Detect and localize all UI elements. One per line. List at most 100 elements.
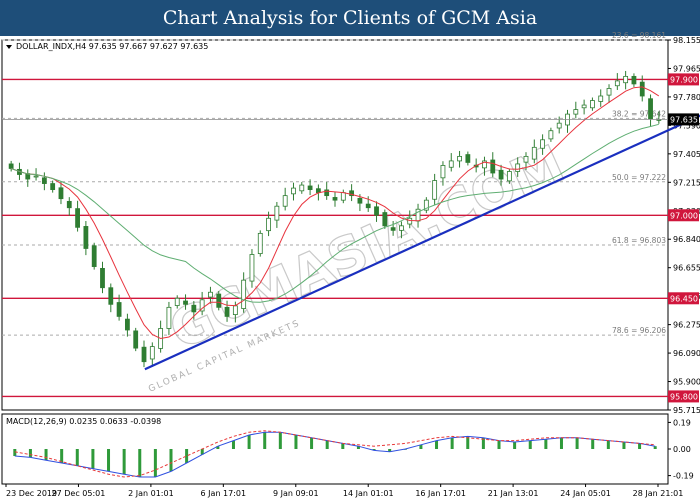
macd-histogram-group xyxy=(13,432,657,477)
price-axis-tick-label: 98.155 xyxy=(673,36,700,45)
time-axis-tick-label: 14 Jan 01:01 xyxy=(343,489,394,498)
watermark-text: GCMASIA.COM xyxy=(161,134,573,362)
candle-body xyxy=(573,109,579,115)
price-axis-tick-label: 95.715 xyxy=(673,406,700,415)
macd-label: MACD(12,26,9) 0.0235 0.0633 -0.0398 xyxy=(6,417,161,426)
macd-main-line xyxy=(14,431,656,478)
candle-body xyxy=(257,232,263,255)
candle-body xyxy=(108,287,114,305)
price-axis-tick-label: 96.655 xyxy=(673,264,700,273)
candle-body xyxy=(315,188,321,194)
candle-body xyxy=(216,293,222,308)
candles-group xyxy=(8,70,662,368)
macd-histogram-bar xyxy=(310,437,314,449)
time-axis-tick-label: 9 Jan 09:01 xyxy=(273,489,319,498)
candle-body xyxy=(465,154,471,163)
price-panel-frame xyxy=(1,39,669,411)
candle-body xyxy=(299,184,305,192)
price-axis-tick-label: 96.090 xyxy=(673,349,700,358)
candle-body xyxy=(457,155,462,162)
macd-axis-tick-label: 0.00 xyxy=(673,445,691,454)
horizontal-level-tag-label: 97.900 xyxy=(670,75,698,84)
candle-body xyxy=(307,185,313,191)
fibonacci-level-label: 50.0 = 97.222 xyxy=(612,173,666,182)
candle-body xyxy=(432,180,438,200)
candle-body xyxy=(116,302,122,317)
candle-body xyxy=(506,171,512,182)
current-price-tag-label: 97.635 xyxy=(670,115,698,124)
macd-histogram-bar xyxy=(153,449,157,477)
candle-body xyxy=(648,98,653,120)
candle-body xyxy=(523,155,529,163)
time-axis-tick-label: 2 Jan 01:01 xyxy=(128,489,174,498)
macd-histogram-bar xyxy=(28,449,32,458)
candle-body xyxy=(75,208,80,228)
macd-histogram-bar xyxy=(138,449,142,477)
macd-histogram-bar xyxy=(231,440,235,449)
macd-axis-tick-label: -0.19 xyxy=(673,472,694,481)
macd-histogram-bar xyxy=(575,437,579,449)
candle-body xyxy=(191,304,197,313)
price-chart[interactable]: 98.15597.96597.78097.59097.40597.21597.0… xyxy=(0,0,700,500)
price-axis-tick-label: 97.215 xyxy=(673,178,700,187)
fibonacci-level-label: 23.6 = 98.161 xyxy=(612,31,666,40)
macd-histogram-bar xyxy=(122,449,126,475)
candle-body xyxy=(581,104,587,109)
price-axis-tick-label: 97.780 xyxy=(673,93,700,102)
moving-average-fast-line xyxy=(11,86,660,340)
price-axis-tick-label: 96.275 xyxy=(673,321,700,330)
candle-body xyxy=(590,100,595,109)
candle-body xyxy=(183,300,188,305)
macd-histogram-bar xyxy=(435,440,439,449)
price-axis-tick-label: 97.405 xyxy=(673,150,700,159)
fibonacci-level-label: 61.8 = 96.803 xyxy=(612,236,666,245)
price-axis-tick-label: 95.900 xyxy=(673,378,700,387)
macd-histogram-bar xyxy=(13,449,17,456)
macd-histogram-bar xyxy=(278,432,282,449)
candle-body xyxy=(91,245,97,267)
candle-body xyxy=(174,297,180,306)
horizontal-level-tag-label: 95.800 xyxy=(670,392,698,401)
candle-body xyxy=(332,197,338,201)
candle-body xyxy=(606,88,612,96)
horizontal-level-tag-label: 96.450 xyxy=(670,294,698,303)
macd-axis-tick-label: 0.19 xyxy=(673,418,691,427)
macd-histogram-bar xyxy=(497,440,501,449)
candle-body xyxy=(598,95,604,102)
candle-body xyxy=(133,330,139,349)
macd-histogram-bar xyxy=(638,443,642,449)
fibonacci-level-label: 78.6 = 96.206 xyxy=(612,326,666,335)
fibonacci-level-label: 38.2 = 97.642 xyxy=(612,109,666,118)
candle-body xyxy=(374,206,379,216)
macd-histogram-bar xyxy=(513,442,517,449)
candle-body xyxy=(249,254,255,282)
candle-body xyxy=(66,200,72,209)
candle-body xyxy=(100,268,105,289)
symbol-info-text: DOLLAR_INDX,H4 97.635 97.667 97.627 97.6… xyxy=(16,42,208,51)
horizontal-level-tag-label: 97.000 xyxy=(670,211,698,220)
price-axis-tick-label: 97.965 xyxy=(673,64,700,73)
macd-histogram-bar xyxy=(325,440,329,449)
candle-body xyxy=(448,160,454,168)
macd-histogram-bar xyxy=(653,446,657,449)
candle-body xyxy=(224,306,230,317)
candle-body xyxy=(208,291,213,298)
time-axis-tick-label: 23 Dec 2019 xyxy=(6,489,57,498)
macd-histogram-bar xyxy=(44,449,48,461)
symbol-dropdown-icon xyxy=(6,45,12,49)
candle-body xyxy=(390,227,396,231)
macd-histogram-bar xyxy=(544,439,548,449)
time-axis-tick-label: 27 Dec 05:01 xyxy=(52,489,106,498)
candle-body xyxy=(340,192,346,201)
time-axis-tick-label: 6 Jan 17:01 xyxy=(201,489,247,498)
candle-body xyxy=(614,80,620,87)
candle-body xyxy=(8,163,14,169)
macd-histogram-bar xyxy=(450,437,454,449)
candle-body xyxy=(399,225,404,231)
candle-body xyxy=(241,279,247,309)
candle-body xyxy=(125,318,130,331)
candle-body xyxy=(282,195,288,207)
candle-body xyxy=(440,165,446,179)
macd-histogram-bar xyxy=(294,435,298,449)
macd-histogram-bar xyxy=(169,449,173,472)
